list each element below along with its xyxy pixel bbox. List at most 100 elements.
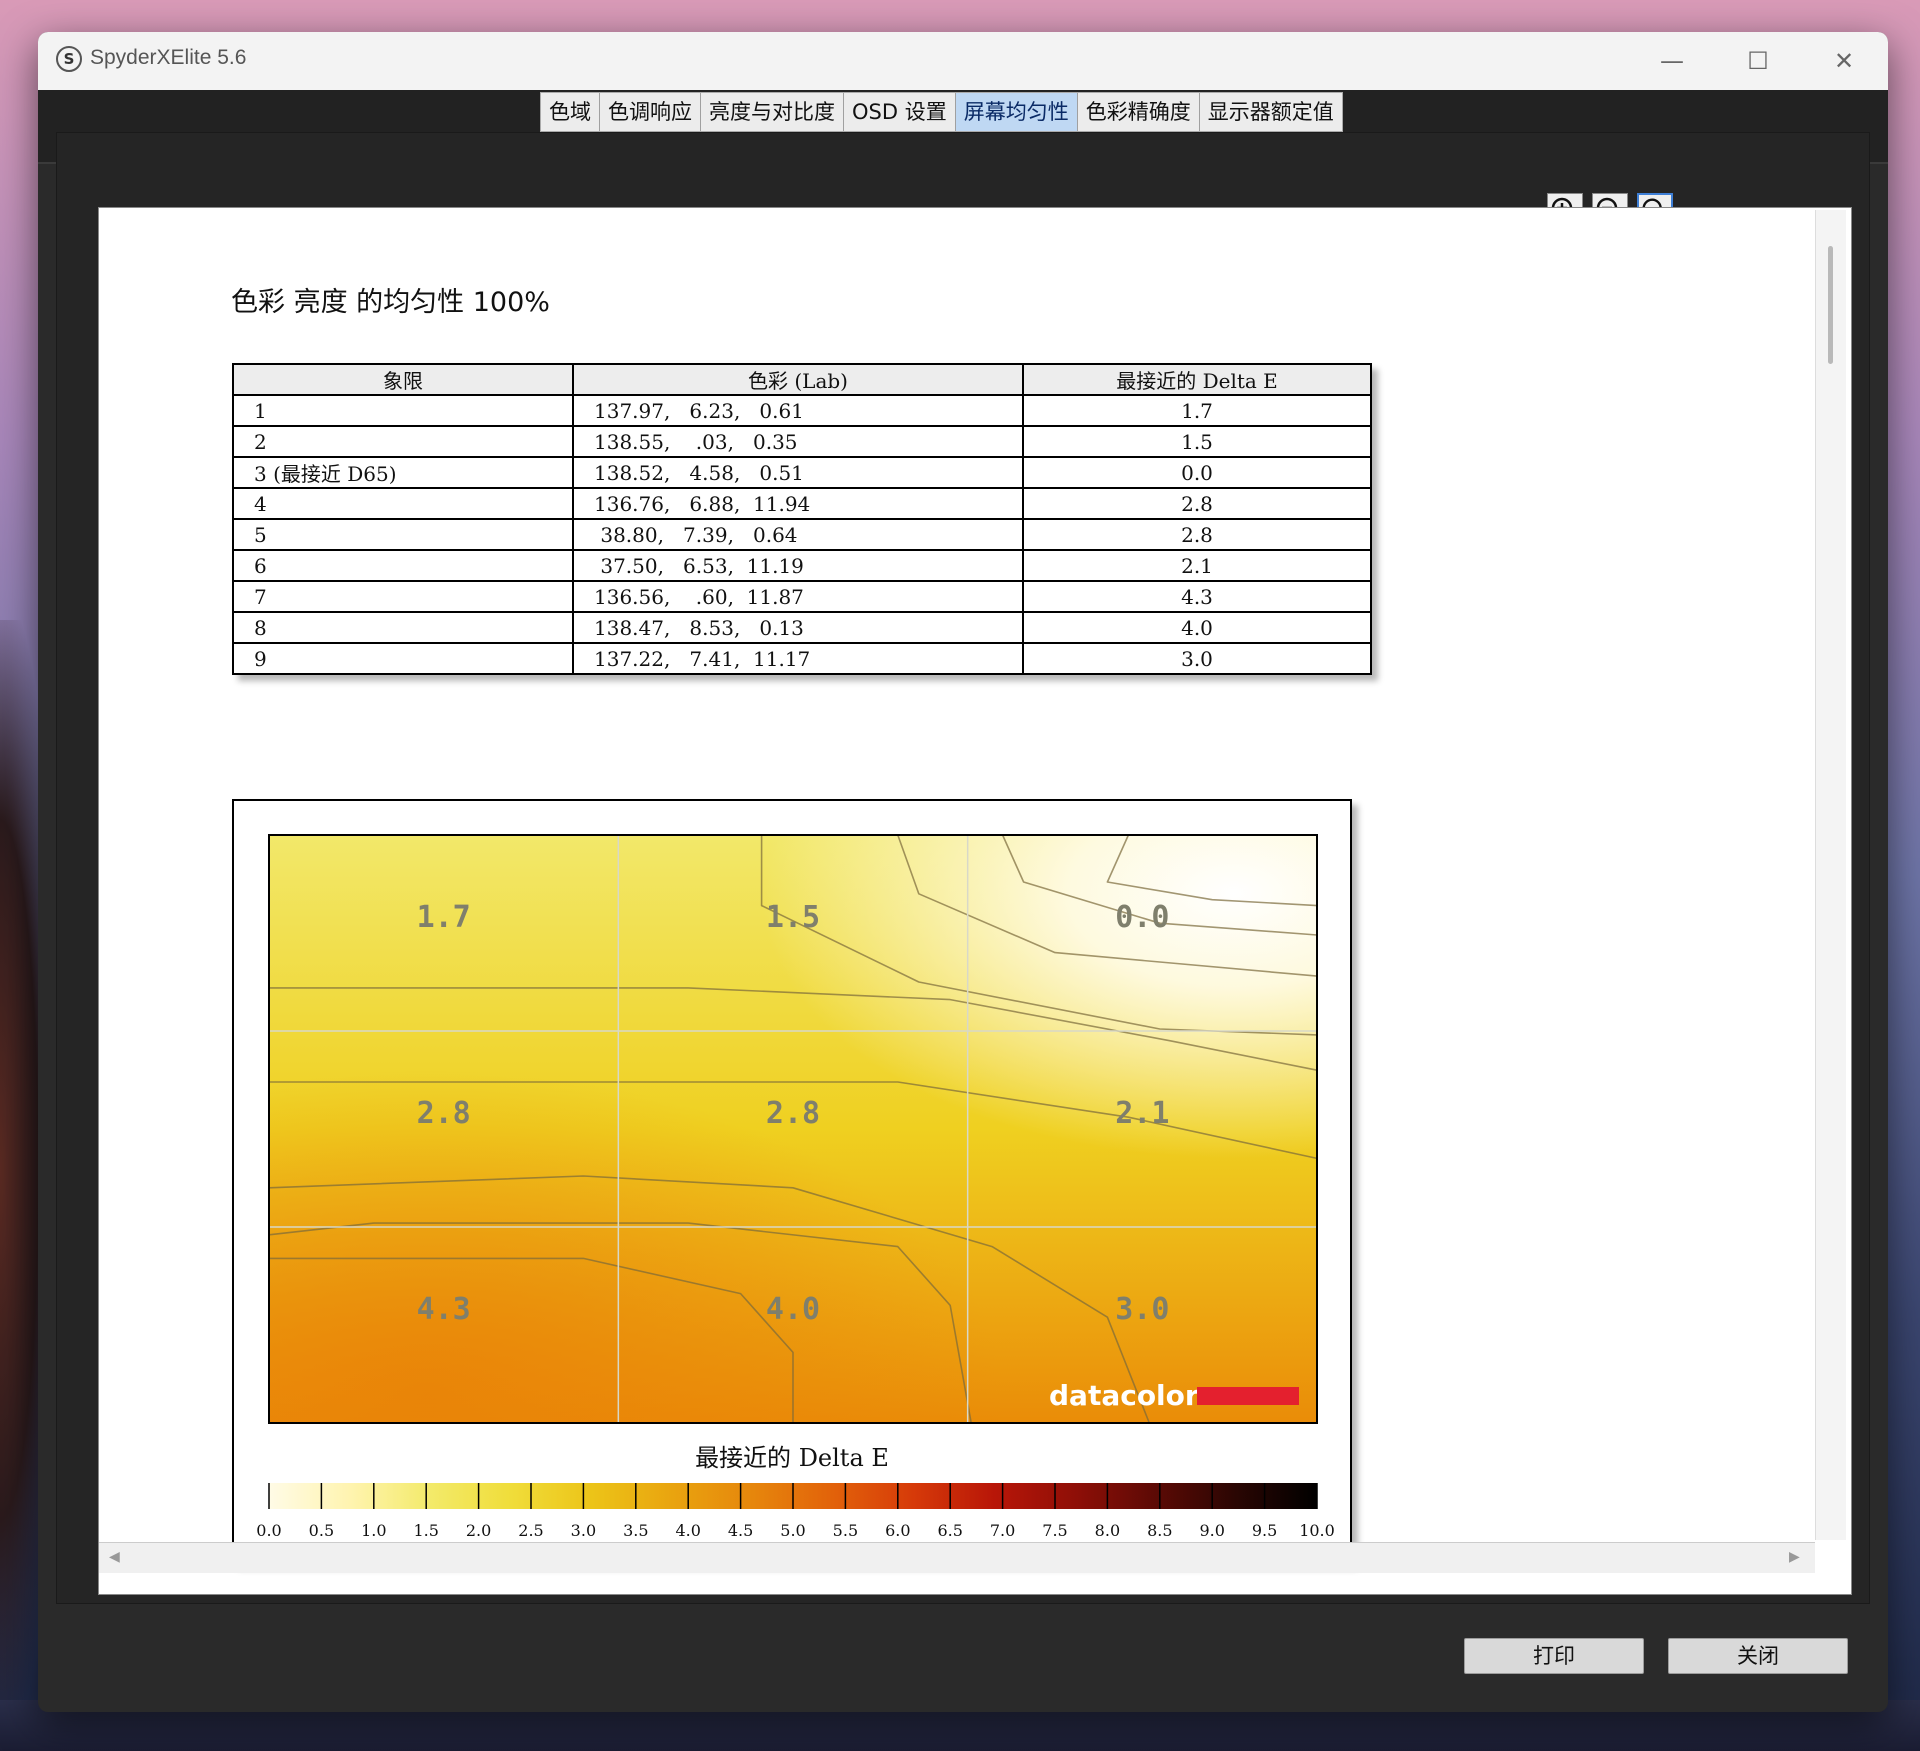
close-button[interactable]: 关闭	[1668, 1638, 1848, 1674]
cell-delta-e: 2.8	[1022, 487, 1372, 520]
table-row: 1 137.97, 6.23, 0.61 1.7	[232, 394, 1372, 427]
cell-lab: 137.97, 6.23, 0.61	[572, 394, 1024, 427]
cell-quadrant: 1	[232, 394, 574, 427]
window-title: SpyderXElite 5.6	[90, 46, 247, 69]
tab-tone-response[interactable]: 色调响应	[600, 93, 701, 131]
scale-tick-label: 9.5	[1252, 1521, 1277, 1540]
scroll-left-arrow-icon[interactable]: ◀	[109, 1549, 120, 1565]
scale-tick-label: 5.5	[833, 1521, 858, 1540]
cell-delta-e: 4.3	[1022, 580, 1372, 613]
table-row: 9 137.22, 7.41, 11.17 3.0	[232, 642, 1372, 675]
scale-tick-label: 0.0	[256, 1521, 281, 1540]
cell-quadrant: 9	[232, 642, 574, 675]
report-document[interactable]: 色彩 亮度 的均匀性 100% 象限 色彩 (Lab) 最接近的 Delta E…	[98, 207, 1852, 1595]
scale-tick-label: 2.5	[518, 1521, 543, 1540]
title-bar[interactable]: S SpyderXElite 5.6 — ☐ ✕	[38, 32, 1888, 91]
datacolor-red-bar	[1197, 1387, 1299, 1405]
tab-gamut[interactable]: 色域	[541, 93, 600, 131]
tab-color-accuracy[interactable]: 色彩精确度	[1077, 93, 1200, 131]
heatmap-cell-label: 3.0	[1115, 1292, 1169, 1327]
scale-tick-label: 6.5	[937, 1521, 962, 1540]
scale-tick-label: 0.5	[309, 1521, 334, 1540]
table-row: 5 38.80, 7.39, 0.64 2.8	[232, 518, 1372, 551]
heatmap-svg: 1.7 1.5 0.0 2.8 2.8 2.1 4.3 4.0 3.0 datacolor 最接近的…	[256, 834, 1335, 1540]
scale-tick-label: 4.5	[728, 1521, 753, 1540]
maximize-button[interactable]: ☐	[1736, 42, 1780, 80]
minimize-button[interactable]: —	[1650, 42, 1694, 80]
scale-tick-label: 2.0	[466, 1521, 491, 1540]
cell-delta-e: 4.0	[1022, 611, 1372, 644]
heatmap-cell-label: 1.5	[766, 900, 820, 935]
table-row: 2 138.55, .03, 0.35 1.5	[232, 425, 1372, 458]
scale-tick-label: 7.0	[990, 1521, 1015, 1540]
table-row: 7 136.56, .60, 11.87 4.3	[232, 580, 1372, 613]
cell-quadrant: 5	[232, 518, 574, 551]
scroll-right-arrow-icon[interactable]: ▶	[1789, 1549, 1800, 1565]
scale-tick-label: 6.0	[885, 1521, 910, 1540]
heatmap-cell-label: 2.1	[1115, 1096, 1169, 1131]
vertical-scrollbar[interactable]	[1815, 210, 1846, 1540]
scale-tick-label: 8.0	[1095, 1521, 1120, 1540]
cell-quadrant: 4	[232, 487, 574, 520]
cell-lab: 37.50, 6.53, 11.19	[572, 549, 1024, 582]
cell-delta-e: 2.8	[1022, 518, 1372, 551]
heatmap-cell-label: 1.7	[417, 900, 471, 935]
cell-delta-e: 3.0	[1022, 642, 1372, 675]
cell-lab: 136.56, .60, 11.87	[572, 580, 1024, 613]
print-button[interactable]: 打印	[1464, 1638, 1644, 1674]
header-quadrant: 象限	[232, 363, 574, 396]
scale-title: 最接近的 Delta E	[695, 1444, 889, 1472]
vertical-scroll-thumb[interactable]	[1828, 246, 1833, 364]
scale-tick-label: 8.5	[1147, 1521, 1172, 1540]
cell-delta-e: 2.1	[1022, 549, 1372, 582]
cell-quadrant: 7	[232, 580, 574, 613]
uniformity-table: 象限 色彩 (Lab) 最接近的 Delta E 1 137.97, 6.23,…	[232, 363, 1372, 675]
cell-delta-e: 0.0	[1022, 456, 1372, 489]
heatmap-cell-label: 4.3	[417, 1292, 471, 1327]
scale-tick-label: 1.0	[361, 1521, 386, 1540]
scale-tick-label: 3.5	[623, 1521, 648, 1540]
table-row: 3 (最接近 D65) 138.52, 4.58, 0.51 0.0	[232, 456, 1372, 489]
cell-lab: 136.76, 6.88, 11.94	[572, 487, 1024, 520]
heatmap-cell-label: 2.8	[766, 1096, 820, 1131]
cell-delta-e: 1.7	[1022, 394, 1372, 427]
cell-quadrant: 2	[232, 425, 574, 458]
table-header-row: 象限 色彩 (Lab) 最接近的 Delta E	[232, 363, 1372, 396]
scale-tick-label: 1.5	[413, 1521, 438, 1540]
uniformity-heatmap: 1.7 1.5 0.0 2.8 2.8 2.1 4.3 4.0 3.0 datacolor 最接近的…	[232, 799, 1352, 1563]
scale-tick-label: 7.5	[1042, 1521, 1067, 1540]
heatmap-cell-label: 0.0	[1115, 900, 1169, 935]
table-row: 6 37.50, 6.53, 11.19 2.1	[232, 549, 1372, 582]
cell-lab: 38.80, 7.39, 0.64	[572, 518, 1024, 551]
datacolor-watermark: datacolor	[1049, 1379, 1199, 1412]
cell-lab: 138.55, .03, 0.35	[572, 425, 1024, 458]
cell-lab: 138.47, 8.53, 0.13	[572, 611, 1024, 644]
tab-brightness-contrast[interactable]: 亮度与对比度	[701, 93, 844, 131]
app-window: S SpyderXElite 5.6 — ☐ ✕ 色域 色调响应 亮度与对比度 …	[38, 32, 1888, 1712]
tab-screen-uniformity[interactable]: 屏幕均匀性	[955, 93, 1078, 131]
table-row: 8 138.47, 8.53, 0.13 4.0	[232, 611, 1372, 644]
table-row: 4 136.76, 6.88, 11.94 2.8	[232, 487, 1372, 520]
report-title: 色彩 亮度 的均匀性 100%	[231, 287, 550, 318]
scale-tick-label: 9.0	[1199, 1521, 1224, 1540]
cell-lab: 138.52, 4.58, 0.51	[572, 456, 1024, 489]
cell-quadrant: 6	[232, 549, 574, 582]
scale-tick-label: 3.0	[571, 1521, 596, 1540]
cell-quadrant: 3 (最接近 D65)	[232, 456, 574, 489]
scale-tick-label: 5.0	[780, 1521, 805, 1540]
cell-lab: 137.22, 7.41, 11.17	[572, 642, 1024, 675]
horizontal-scrollbar[interactable]: ◀ ▶	[99, 1542, 1815, 1573]
close-window-button[interactable]: ✕	[1822, 42, 1866, 80]
tab-strip: 色域 色调响应 亮度与对比度 OSD 设置 屏幕均匀性 色彩精确度 显示器额定值	[540, 92, 1343, 132]
scale-tick-label: 4.0	[675, 1521, 700, 1540]
header-delta-e: 最接近的 Delta E	[1022, 363, 1372, 396]
app-logo-icon: S	[56, 46, 82, 72]
heatmap-cell-label: 2.8	[417, 1096, 471, 1131]
cell-delta-e: 1.5	[1022, 425, 1372, 458]
heatmap-cell-label: 4.0	[766, 1292, 820, 1327]
cell-quadrant: 8	[232, 611, 574, 644]
header-lab: 色彩 (Lab)	[572, 363, 1024, 396]
tab-osd-settings[interactable]: OSD 设置	[844, 93, 956, 131]
tab-display-rating[interactable]: 显示器额定值	[1199, 93, 1342, 131]
scale-tick-label: 10.0	[1299, 1521, 1335, 1540]
